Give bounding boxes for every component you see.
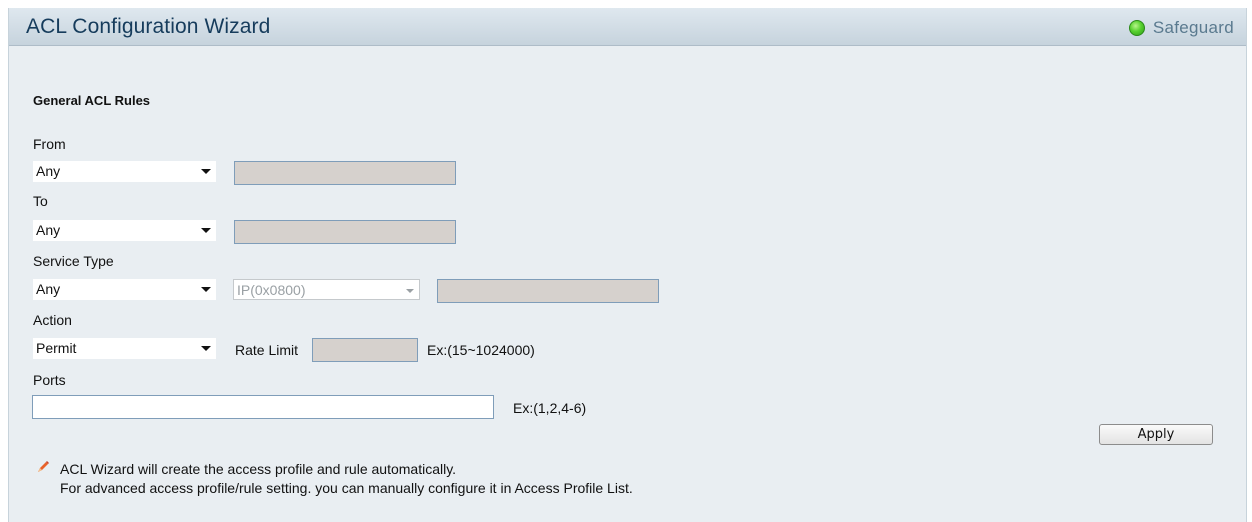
- green-status-dot-icon: [1128, 20, 1145, 36]
- apply-button[interactable]: Apply: [1099, 424, 1213, 445]
- chevron-down-icon: [406, 289, 414, 293]
- to-select[interactable]: Any: [33, 220, 216, 241]
- service-type-select[interactable]: Any: [33, 279, 216, 300]
- ports-hint: Ex:(1,2,4-6): [513, 400, 587, 416]
- service-type-value-field[interactable]: [437, 279, 659, 303]
- title-bar: ACL Configuration Wizard Safeguard: [9, 8, 1246, 46]
- rate-limit-label: Rate Limit: [235, 342, 299, 358]
- note-text: ACL Wizard will create the access profil…: [60, 460, 633, 498]
- from-label: From: [33, 136, 66, 152]
- chevron-down-icon: [201, 346, 211, 351]
- action-select-value: Permit: [36, 340, 77, 356]
- rate-limit-hint: Ex:(15~1024000): [427, 342, 535, 358]
- ethertype-select[interactable]: IP(0x0800): [233, 279, 420, 300]
- chevron-down-icon: [201, 169, 211, 174]
- safeguard-status[interactable]: Safeguard: [1128, 18, 1234, 38]
- service-type-label: Service Type: [33, 253, 114, 269]
- section-heading: General ACL Rules: [33, 93, 151, 108]
- note-line-2: For advanced access profile/rule setting…: [60, 480, 633, 496]
- ports-input[interactable]: [32, 395, 494, 419]
- rate-limit-field[interactable]: [312, 338, 418, 362]
- pencil-icon: [36, 460, 50, 479]
- ports-label: Ports: [33, 372, 66, 388]
- from-select[interactable]: Any: [33, 161, 216, 182]
- action-select[interactable]: Permit: [33, 338, 216, 359]
- ethertype-select-value: IP(0x0800): [237, 282, 306, 298]
- safeguard-label: Safeguard: [1152, 18, 1234, 37]
- action-label: Action: [33, 312, 72, 328]
- from-address-field[interactable]: [234, 161, 456, 185]
- from-select-value: Any: [36, 163, 61, 179]
- note-line-1: ACL Wizard will create the access profil…: [60, 461, 457, 477]
- to-label: To: [33, 193, 48, 209]
- chevron-down-icon: [201, 287, 211, 292]
- acl-wizard-panel: ACL Configuration Wizard Safeguard: [8, 8, 1247, 522]
- page-title: ACL Configuration Wizard: [26, 15, 271, 38]
- service-type-select-value: Any: [36, 281, 61, 297]
- to-address-field[interactable]: [234, 220, 456, 244]
- to-select-value: Any: [36, 222, 61, 238]
- chevron-down-icon: [201, 228, 211, 233]
